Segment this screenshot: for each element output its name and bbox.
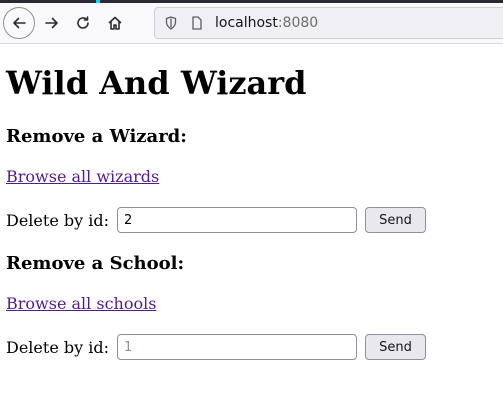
page-title: Wild And Wizard xyxy=(6,64,307,102)
forward-button[interactable] xyxy=(37,8,67,38)
reload-button[interactable] xyxy=(68,8,98,38)
home-icon xyxy=(108,16,122,30)
url-host: localhost xyxy=(215,15,278,31)
browse-wizards-link[interactable]: Browse all wizards xyxy=(6,167,159,186)
delete-school-form: Delete by id: Send xyxy=(6,334,426,360)
shield-icon[interactable] xyxy=(165,15,179,31)
school-id-input[interactable] xyxy=(116,334,357,360)
page-icon[interactable] xyxy=(191,15,205,31)
browse-schools-link[interactable]: Browse all schools xyxy=(6,294,156,313)
reload-icon xyxy=(77,16,89,29)
address-bar[interactable]: localhost:8080 xyxy=(154,7,503,39)
home-button[interactable] xyxy=(100,8,130,38)
delete-school-label: Delete by id: xyxy=(6,337,109,357)
arrow-left-icon xyxy=(13,17,26,29)
remove-school-heading: Remove a School: xyxy=(6,253,185,274)
url-port: :8080 xyxy=(277,15,319,31)
browser-toolbar: localhost:8080 xyxy=(0,0,503,44)
remove-wizard-heading: Remove a Wizard: xyxy=(6,126,187,147)
active-tab-indicator xyxy=(96,0,100,3)
delete-wizard-form: Delete by id: Send xyxy=(6,207,426,233)
wizard-id-input[interactable] xyxy=(116,207,357,233)
back-button[interactable] xyxy=(3,7,35,39)
url-text: localhost:8080 xyxy=(215,15,318,31)
delete-wizard-send-button[interactable]: Send xyxy=(364,207,426,233)
tab-strip-edge xyxy=(0,0,503,3)
arrow-right-icon xyxy=(45,17,58,29)
delete-wizard-label: Delete by id: xyxy=(6,210,109,230)
delete-school-send-button[interactable]: Send xyxy=(364,334,426,360)
